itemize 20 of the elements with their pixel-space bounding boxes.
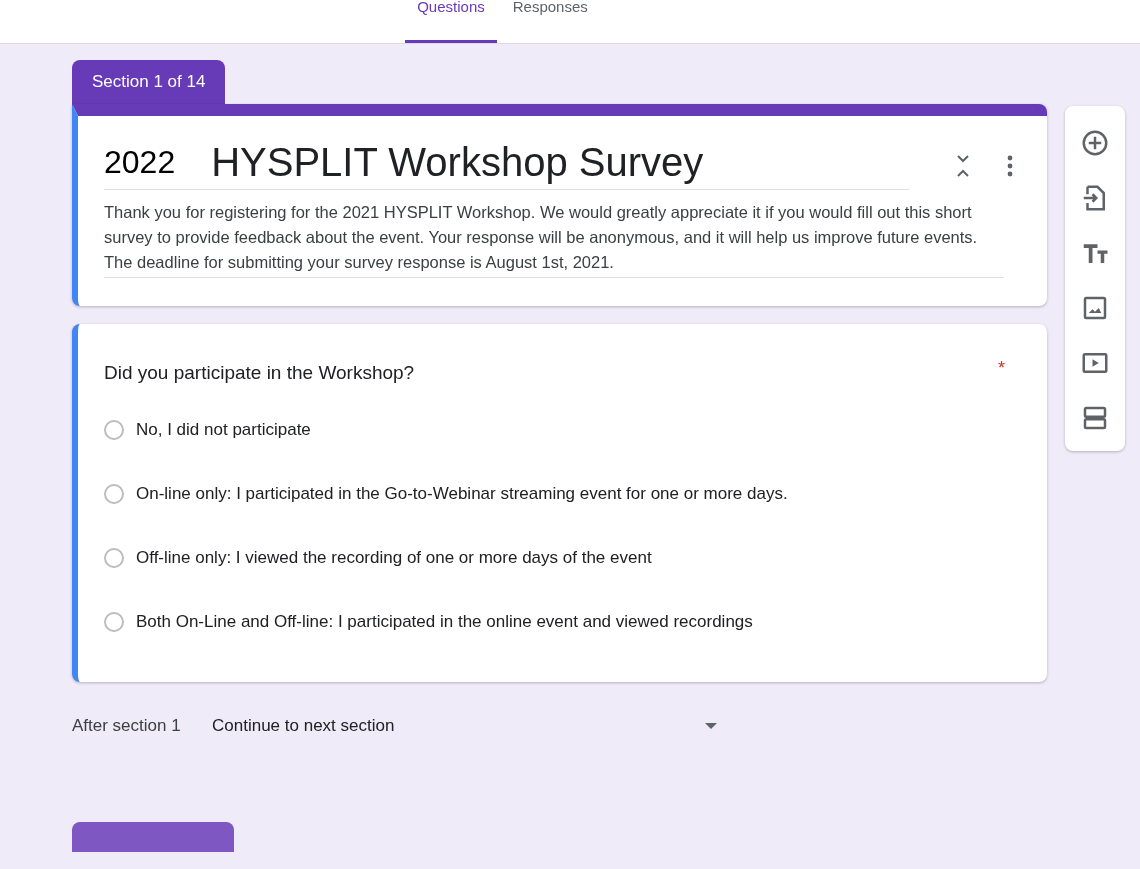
tab[interactable]: Questions — [405, 0, 497, 43]
dropdown-arrow-icon — [704, 722, 718, 730]
required-mark: * — [998, 358, 1005, 379]
form-description[interactable]: Thank you for registering for the 2021 HYSPLIT Workshop. We would greatly appreciate it if you would fill out this short survey to provide feedback about the event. Your response will be anonymous, and it will help us improve future events. The deadline for submitting your survey response is August 1st, 2021. — [104, 200, 1004, 278]
radio-button[interactable] — [104, 548, 124, 568]
section-tab[interactable]: Section 1 of 14 — [72, 60, 226, 106]
option-label: Both On-Line and Off-line: I participated in the online event and viewed recordings — [136, 612, 753, 632]
form-title[interactable]: HYSPLIT Workshop Survey — [211, 140, 704, 185]
tab[interactable]: Responses — [500, 0, 600, 43]
option-label: On-line only: I participated in the Go-to-Webinar streaming event for one or more days. — [136, 484, 788, 504]
year-label: 2022 — [104, 144, 176, 181]
option-label: Off-line only: I viewed the recording of one or more days of the event — [136, 548, 652, 568]
option-label: No, I did not participate — [136, 420, 311, 440]
add-icon[interactable] — [1080, 128, 1110, 158]
radio-button[interactable] — [104, 484, 124, 504]
next-section-dropdown[interactable]: Continue to next section — [212, 712, 718, 740]
radio-button[interactable] — [104, 420, 124, 440]
question-title[interactable]: Did you participate in the Workshop? — [104, 362, 415, 384]
radio-button[interactable] — [104, 612, 124, 632]
after-section-label: After section 1 — [72, 716, 182, 736]
